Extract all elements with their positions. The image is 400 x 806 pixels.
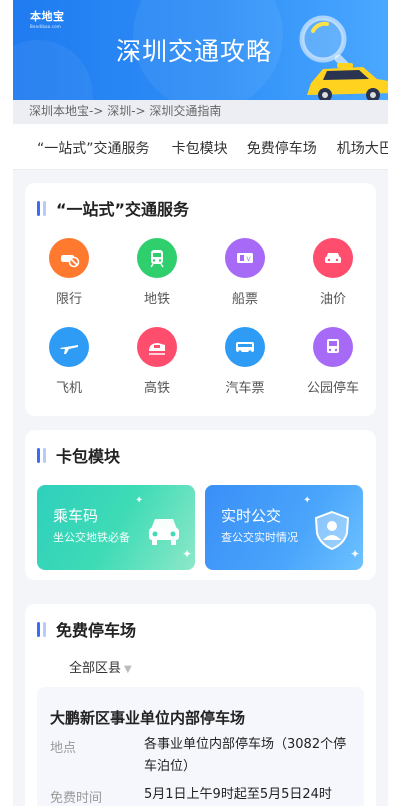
wallet-card: 卡包模块 乘车码 坐公交地铁必备 ✦ ✦ 实时公交 查公交实时情况 ✦ ✦ xyxy=(25,430,376,580)
car-icon xyxy=(313,238,353,278)
shield-person-icon xyxy=(314,510,350,551)
service-metro[interactable]: 地铁 xyxy=(113,238,201,307)
section-title: “一站式”交通服务 xyxy=(56,200,190,219)
realtime-bus-card[interactable]: 实时公交 查公交实时情况 ✦ ✦ xyxy=(205,485,363,570)
logo[interactable]: 本地宝 Bendibao.com xyxy=(30,8,65,29)
service-oil-price[interactable]: 油价 xyxy=(289,238,377,307)
ride-code-card[interactable]: 乘车码 坐公交地铁必备 ✦ ✦ xyxy=(37,485,195,570)
chevron-down-icon: ▼ xyxy=(124,664,132,675)
logo-subtext: Bendibao.com xyxy=(30,24,61,29)
metro-icon xyxy=(137,238,177,278)
tab-airport-bus[interactable]: 机场大巴 xyxy=(337,124,388,169)
car-front-icon xyxy=(149,519,179,545)
services-card: “一站式”交通服务 限行 地铁 V 船票 油价 飞机 高铁 汽车票 公园停车 xyxy=(25,183,376,416)
service-boat-ticket[interactable]: V 船票 xyxy=(201,238,289,307)
parking-item[interactable]: 大鹏新区事业单位内部停车场 地点 各事业单位内部停车场（3082个停车泊位） 免… xyxy=(37,687,364,806)
breadcrumb[interactable]: 深圳本地宝-> 深圳-> 深圳交通指南 xyxy=(13,100,388,124)
park-bus-icon xyxy=(313,327,353,367)
parking-name: 大鹏新区事业单位内部停车场 xyxy=(50,709,246,727)
section-title: 卡包模块 xyxy=(56,447,121,466)
section-title: 免费停车场 xyxy=(56,621,137,640)
service-high-speed-rail[interactable]: 高铁 xyxy=(113,327,201,396)
boat-ticket-icon: V xyxy=(225,238,265,278)
tab-bar: “一站式”交通服务 卡包模块 免费停车场 机场大巴 xyxy=(13,124,388,170)
tab-transport-service[interactable]: “一站式”交通服务 xyxy=(37,124,150,169)
district-filter[interactable]: 全部区县 ▼ xyxy=(69,657,132,676)
service-bus-ticket[interactable]: 汽车票 xyxy=(201,327,289,396)
parking-card: 免费停车场 全部区县 ▼ 大鹏新区事业单位内部停车场 地点 各事业单位内部停车场（… xyxy=(25,604,376,806)
logo-text: 本地宝 xyxy=(30,10,65,23)
header-banner: 本地宝 Bendibao.com 深圳交通攻略 xyxy=(13,0,388,100)
restricted-car-icon xyxy=(49,238,89,278)
parking-time-row: 免费时间 5月1日上午9时起至5月5日24时 xyxy=(50,787,332,806)
page-title: 深圳交通攻略 xyxy=(116,37,273,66)
page: 本地宝 Bendibao.com 深圳交通攻略 深圳本地宝-> 深圳-> 深圳交… xyxy=(13,0,388,806)
service-restrict[interactable]: 限行 xyxy=(25,238,113,307)
plane-icon xyxy=(49,327,89,367)
service-plane[interactable]: 飞机 xyxy=(25,327,113,396)
parking-location-row: 地点 各事业单位内部停车场（3082个停车泊位） xyxy=(50,737,347,774)
taxi-icon xyxy=(307,63,388,100)
bus-icon xyxy=(225,327,265,367)
service-park-parking[interactable]: 公园停车 xyxy=(289,327,377,396)
tab-wallet[interactable]: 卡包模块 xyxy=(172,124,228,169)
train-icon xyxy=(137,327,177,367)
tab-free-parking[interactable]: 免费停车场 xyxy=(247,124,317,169)
